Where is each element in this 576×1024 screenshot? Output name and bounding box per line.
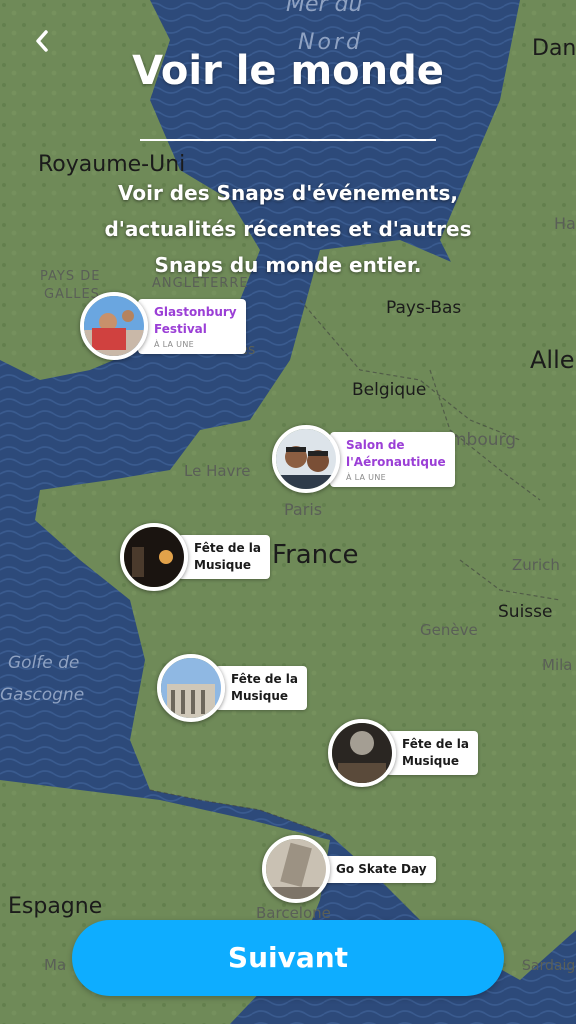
- pin-title-line: Glastonbury: [154, 304, 237, 319]
- map-label-suisse: Suisse: [498, 602, 553, 622]
- pin-label: Salon de l'Aéronautique À LA UNE: [330, 431, 455, 487]
- pin-title-line: Fête de la: [194, 541, 262, 555]
- snap-thumbnail: [80, 292, 148, 360]
- map-pin-glastonbury[interactable]: Glastonbury Festival À LA UNE: [80, 292, 246, 360]
- map-label-sardaig: Sardaig: [522, 958, 576, 974]
- featured-badge: À LA UNE: [154, 339, 194, 349]
- map-pin-go-skate-day[interactable]: Go Skate Day: [262, 835, 436, 903]
- map-label-belgique: Belgique: [352, 380, 427, 400]
- next-button[interactable]: Suivant: [72, 920, 504, 996]
- pin-title-line: Go Skate Day: [336, 861, 427, 876]
- pin-title-line: Musique: [402, 754, 460, 768]
- pin-title-line: Fête de la: [231, 672, 299, 686]
- pin-label: Fête de la Musique: [215, 666, 308, 710]
- pin-title-line: Salon de: [346, 437, 405, 452]
- intro-overlay: Voir le monde Voir des Snaps d'événement…: [0, 0, 576, 300]
- pin-label: Go Skate Day: [320, 855, 436, 883]
- map-label-paris: Paris: [284, 500, 323, 519]
- map-pin-fete-musique[interactable]: Fête de la Musique: [120, 523, 271, 591]
- snap-thumbnail: [262, 835, 330, 903]
- snap-thumbnail: [157, 654, 225, 722]
- map-label-golfe-de: Golfe de: [8, 653, 80, 673]
- map-label-france: France: [272, 540, 359, 570]
- pin-title-line: Musique: [194, 558, 252, 572]
- map-pin-salon-aeronautique[interactable]: Salon de l'Aéronautique À LA UNE: [272, 425, 455, 493]
- map-label-espagne: Espagne: [8, 894, 103, 919]
- snap-thumbnail: [328, 719, 396, 787]
- map-label-mila: Mila: [542, 656, 573, 674]
- map-pin-fete-musique[interactable]: Fête de la Musique: [157, 654, 308, 722]
- page-title: Voir le monde: [132, 48, 444, 94]
- title-divider: [140, 139, 436, 141]
- map-label-zurich: Zurich: [512, 556, 560, 574]
- pin-label: Glastonbury Festival À LA UNE: [138, 298, 246, 354]
- pin-title-line: Fête de la: [402, 737, 470, 751]
- map-label-pays-bas: Pays-Bas: [386, 298, 462, 318]
- map-label-le-havre: Le Havre: [184, 462, 251, 480]
- pin-title-line: Festival: [154, 321, 207, 336]
- map-label-alle: Alle: [530, 346, 575, 374]
- page-subtitle: Voir des Snaps d'événements, d'actualité…: [104, 181, 472, 277]
- pin-label: Fête de la Musique: [178, 535, 271, 579]
- snap-thumbnail: [272, 425, 340, 493]
- pin-label: Fête de la Musique: [386, 731, 479, 775]
- snap-thumbnail: [120, 523, 188, 591]
- map-pin-fete-musique[interactable]: Fête de la Musique: [328, 719, 479, 787]
- pin-title-line: Musique: [231, 689, 289, 703]
- pin-title-line: l'Aéronautique: [346, 454, 446, 469]
- map-label-gascogne: Gascogne: [0, 685, 85, 705]
- featured-badge: À LA UNE: [346, 472, 386, 482]
- map-label-ma: Ma: [44, 956, 67, 974]
- map-label-geneve: Genève: [420, 621, 478, 639]
